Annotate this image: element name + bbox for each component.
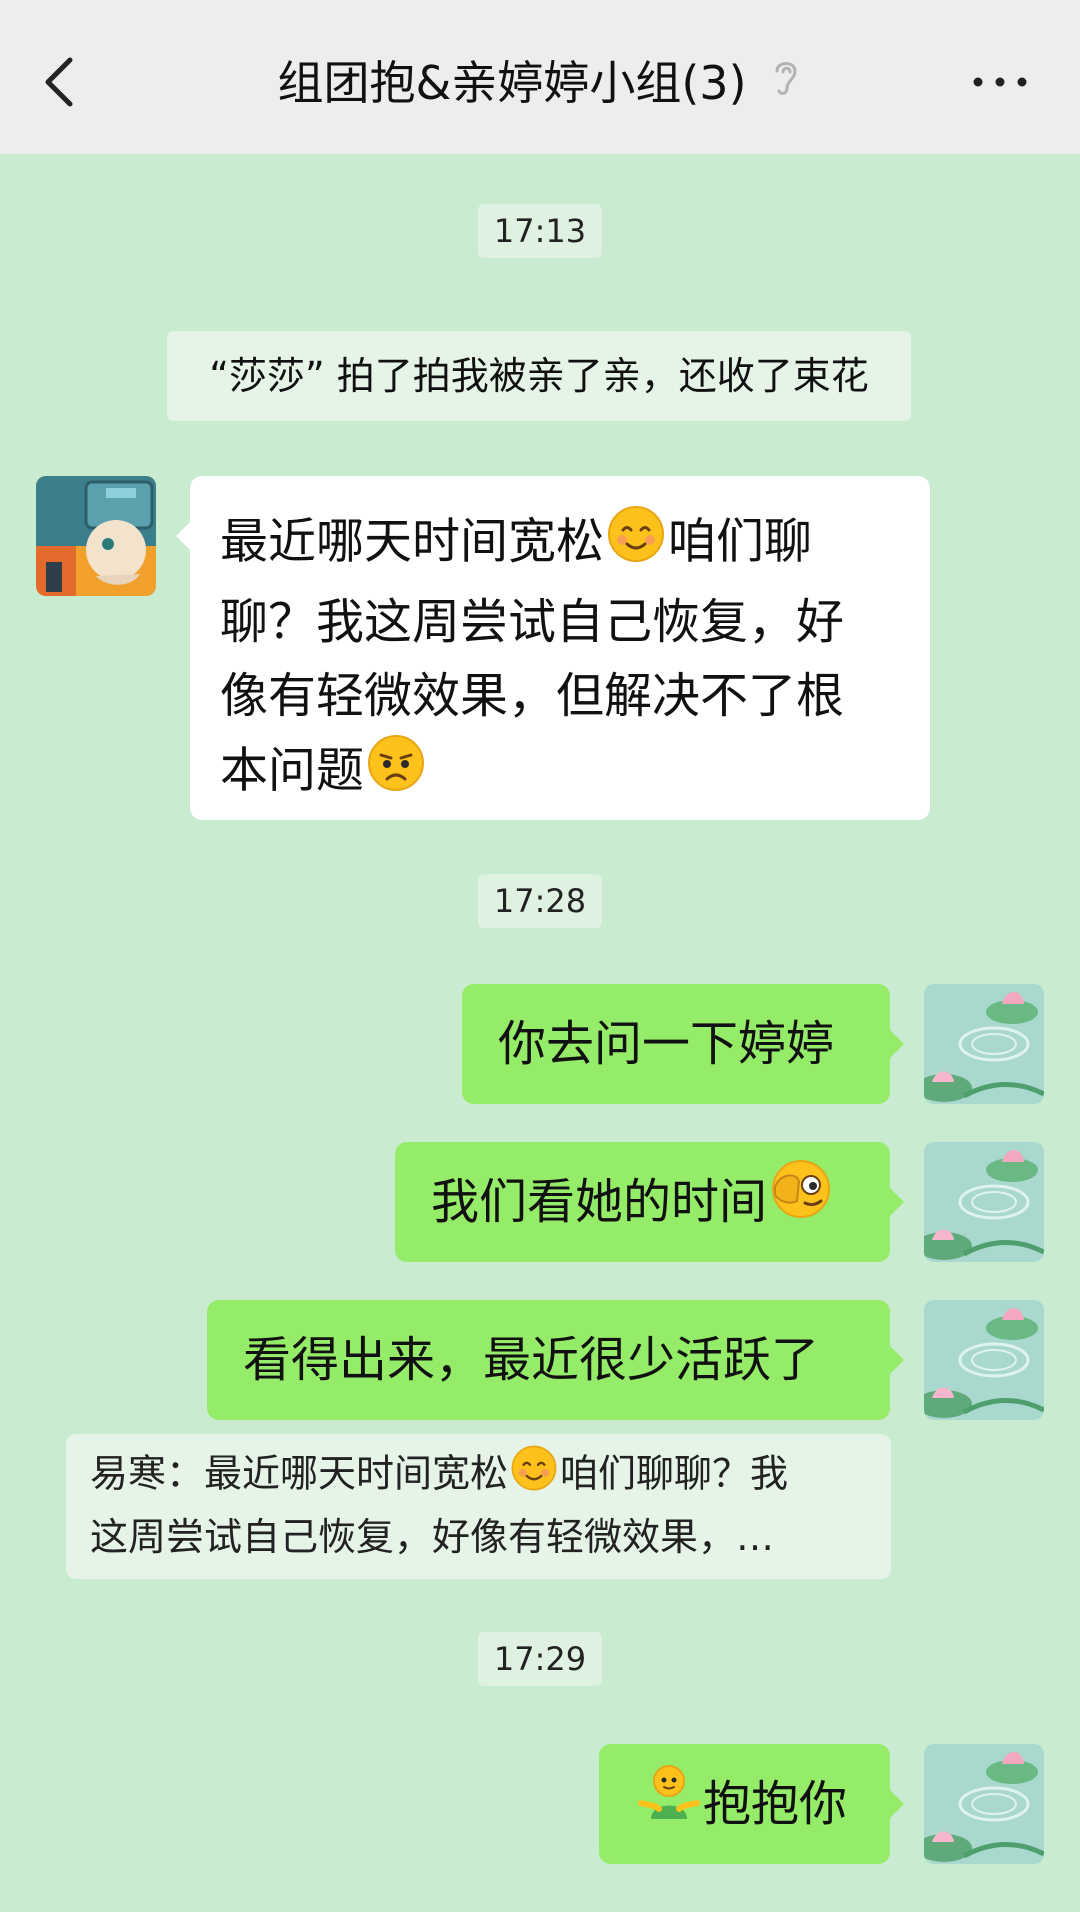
smiling-face-icon (510, 1444, 558, 1508)
message-text: 咱们聊 (668, 513, 813, 570)
avatar-self[interactable] (924, 1744, 1044, 1864)
message-text: 我们看她的时间 (431, 1174, 768, 1230)
timestamp: 17:28 (477, 874, 603, 928)
timestamp: 17:13 (477, 204, 603, 258)
message-text: 看得出来，最近很少活跃了 (243, 1332, 820, 1388)
message-bubble-sent[interactable]: 你去问一下婷婷 (462, 984, 904, 1104)
avatar-self[interactable] (924, 1300, 1044, 1420)
message-bubble-sent[interactable]: 我们看她的时间 (395, 1142, 904, 1265)
quote-text: 咱们聊聊？我 (560, 1451, 789, 1496)
timestamp: 17:29 (477, 1632, 603, 1686)
message-text: 本问题 (220, 742, 365, 799)
smiling-face-icon (606, 504, 666, 585)
message-bubble-sent[interactable]: 抱抱你 (599, 1744, 904, 1867)
quote-text: 易寒：最近哪天时间宽松 (90, 1451, 509, 1496)
message-text: 最近哪天时间宽松 (220, 513, 605, 570)
message-bubble-received[interactable]: 最近哪天时间宽松 咱们聊 聊？我这周尝试自己恢复，好 像有轻微效果，但解决不了根 … (176, 476, 930, 820)
avatar-self[interactable] (924, 1142, 1044, 1262)
sad-face-icon (366, 733, 426, 814)
peek-face-icon (769, 1145, 833, 1265)
ear-icon (769, 52, 803, 114)
avatar-other-user[interactable] (36, 476, 156, 596)
avatar-self[interactable] (924, 984, 1044, 1104)
message-text: 聊？我这周尝试自己恢复，好 (220, 594, 845, 650)
top-bar: 组团抱&亲婷婷小组(3) (0, 0, 1080, 154)
message-text: 抱抱你 (703, 1776, 848, 1832)
hug-figure-icon (637, 1747, 701, 1867)
message-text: 像有轻微效果，但解决不了根 (220, 668, 845, 724)
system-pat-notice: “莎莎” 拍了拍我被亲了亲，还收了束花 (167, 331, 911, 421)
more-dots-icon[interactable] (970, 62, 1030, 102)
quoted-message[interactable]: 易寒：最近哪天时间宽松 咱们聊聊？我 这周尝试自己恢复，好像有轻微效果，… (66, 1434, 891, 1579)
message-text: 你去问一下婷婷 (498, 1016, 835, 1072)
quote-text: 这周尝试自己恢复，好像有轻微效果，… (90, 1515, 775, 1559)
message-bubble-sent[interactable]: 看得出来，最近很少活跃了 (207, 1300, 904, 1420)
chat-title-text: 组团抱&亲婷婷小组(3) (277, 56, 747, 110)
chat-title: 组团抱&亲婷婷小组(3) (0, 52, 1080, 114)
